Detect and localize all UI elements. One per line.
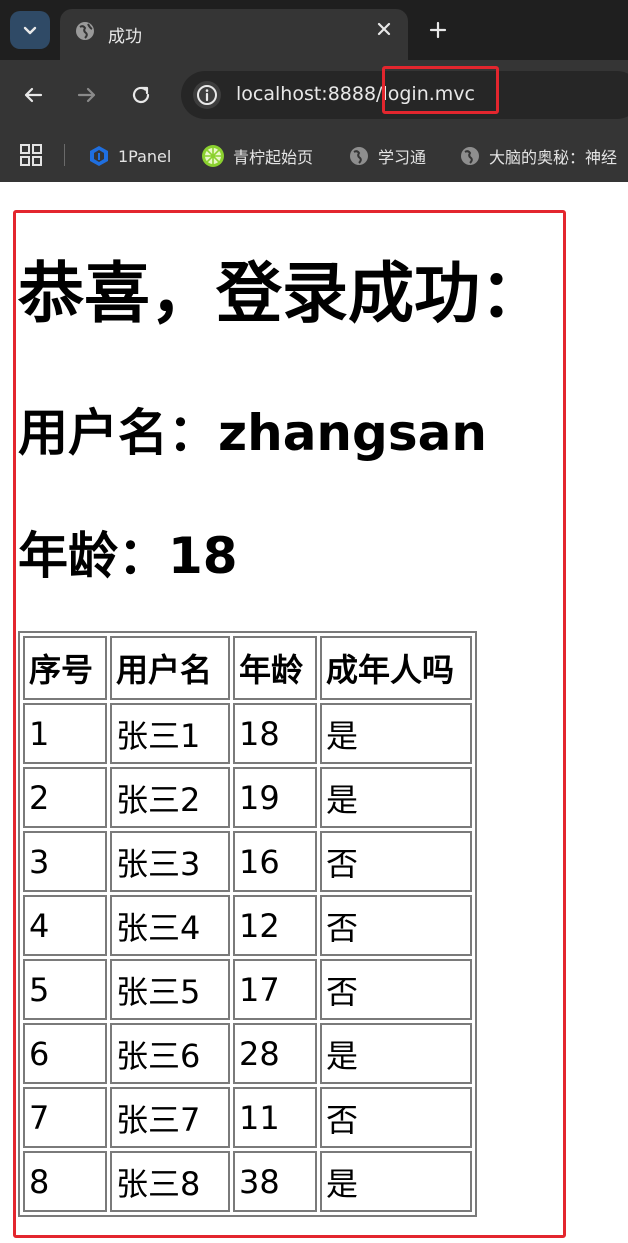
cell-is-adult: 是: [320, 703, 472, 764]
globe-icon: [461, 147, 479, 165]
table-row: 5 张三5 17 否: [23, 959, 472, 1020]
cell-is-adult: 是: [320, 1023, 472, 1084]
header-age: 年龄: [233, 636, 317, 700]
cell-index: 4: [23, 895, 107, 956]
cell-username: 张三3: [110, 831, 230, 892]
table-row: 8 张三8 38 是: [23, 1151, 472, 1212]
apps-grid-icon[interactable]: [20, 144, 42, 166]
globe-icon: [350, 147, 368, 165]
cell-age: 18: [233, 703, 317, 764]
bookmark-label: 学习通: [378, 148, 427, 167]
cell-username: 张三1: [110, 703, 230, 764]
cell-username: 张三6: [110, 1023, 230, 1084]
header-index: 序号: [23, 636, 107, 700]
url-host: localhost:8888: [236, 83, 377, 105]
cell-age: 16: [233, 831, 317, 892]
1panel-icon: [90, 146, 108, 166]
arrow-left-icon: [24, 87, 43, 103]
username-line: 用户名：zhangsan: [18, 404, 487, 462]
lime-icon: [202, 145, 224, 167]
age-line: 年龄：18: [18, 527, 238, 585]
cell-age: 19: [233, 767, 317, 828]
cell-is-adult: 否: [320, 831, 472, 892]
back-button[interactable]: [20, 82, 46, 108]
cell-age: 12: [233, 895, 317, 956]
cell-username: 张三2: [110, 767, 230, 828]
cell-index: 2: [23, 767, 107, 828]
cell-index: 3: [23, 831, 107, 892]
cell-age: 28: [233, 1023, 317, 1084]
cell-index: 6: [23, 1023, 107, 1084]
bookmarks-divider: [64, 144, 65, 166]
cell-username: 张三7: [110, 1087, 230, 1148]
bookmark-label: 大脑的奥秘：神经: [489, 148, 618, 167]
cell-index: 8: [23, 1151, 107, 1212]
reload-icon: [132, 86, 150, 104]
tab-close-button[interactable]: [374, 19, 394, 39]
forward-button[interactable]: [74, 82, 100, 108]
tab-strip: 成功: [0, 0, 628, 60]
header-is-adult: 成年人吗: [320, 636, 472, 700]
cell-age: 17: [233, 959, 317, 1020]
bookmark-xuexitong[interactable]: 学习通: [348, 141, 426, 171]
table-row: 3 张三3 16 否: [23, 831, 472, 892]
bookmarks-bar: 1Panel 青柠起始页 学习通 大脑的奥秘：神经: [0, 130, 628, 182]
site-info-button[interactable]: [193, 81, 221, 109]
new-tab-button[interactable]: [424, 16, 452, 44]
cell-username: 张三4: [110, 895, 230, 956]
bookmark-brain[interactable]: 大脑的奥秘：神经: [459, 141, 617, 171]
cell-index: 5: [23, 959, 107, 1020]
cell-is-adult: 否: [320, 959, 472, 1020]
bookmark-label: 青柠起始页: [233, 148, 314, 167]
chevron-down-icon: [23, 26, 37, 35]
arrow-right-icon: [77, 87, 96, 103]
bookmark-qingning[interactable]: 青柠起始页: [201, 141, 313, 171]
table-row: 7 张三7 11 否: [23, 1087, 472, 1148]
reload-button[interactable]: [128, 82, 154, 108]
cell-age: 11: [233, 1087, 317, 1148]
users-table: 序号 用户名 年龄 成年人吗 1 张三1 18 是 2 张三2 19 是 3 张…: [18, 631, 477, 1217]
close-icon: [377, 22, 391, 36]
cell-is-adult: 否: [320, 1087, 472, 1148]
cell-is-adult: 是: [320, 1151, 472, 1212]
tab-title: 成功: [108, 27, 142, 47]
table-row: 4 张三4 12 否: [23, 895, 472, 956]
cell-is-adult: 否: [320, 895, 472, 956]
cell-username: 张三5: [110, 959, 230, 1020]
page-title: 恭喜，登录成功：: [18, 255, 546, 332]
cell-index: 7: [23, 1087, 107, 1148]
tab-active[interactable]: 成功: [60, 9, 408, 60]
cell-username: 张三8: [110, 1151, 230, 1212]
plus-icon: [429, 21, 447, 39]
bookmark-label: 1Panel: [118, 146, 172, 166]
tab-search-button[interactable]: [10, 11, 50, 49]
cell-index: 1: [23, 703, 107, 764]
header-username: 用户名: [110, 636, 230, 700]
table-header-row: 序号 用户名 年龄 成年人吗: [23, 636, 472, 700]
browser-toolbar: localhost:8888/login.mvc: [0, 60, 628, 130]
cell-age: 38: [233, 1151, 317, 1212]
url-path-highlight-box: [382, 66, 499, 114]
bookmark-1panel[interactable]: 1Panel: [88, 141, 171, 171]
table-row: 2 张三2 19 是: [23, 767, 472, 828]
globe-icon: [76, 22, 94, 40]
table-row: 6 张三6 28 是: [23, 1023, 472, 1084]
cell-is-adult: 是: [320, 767, 472, 828]
info-icon: [197, 85, 217, 105]
table-row: 1 张三1 18 是: [23, 703, 472, 764]
